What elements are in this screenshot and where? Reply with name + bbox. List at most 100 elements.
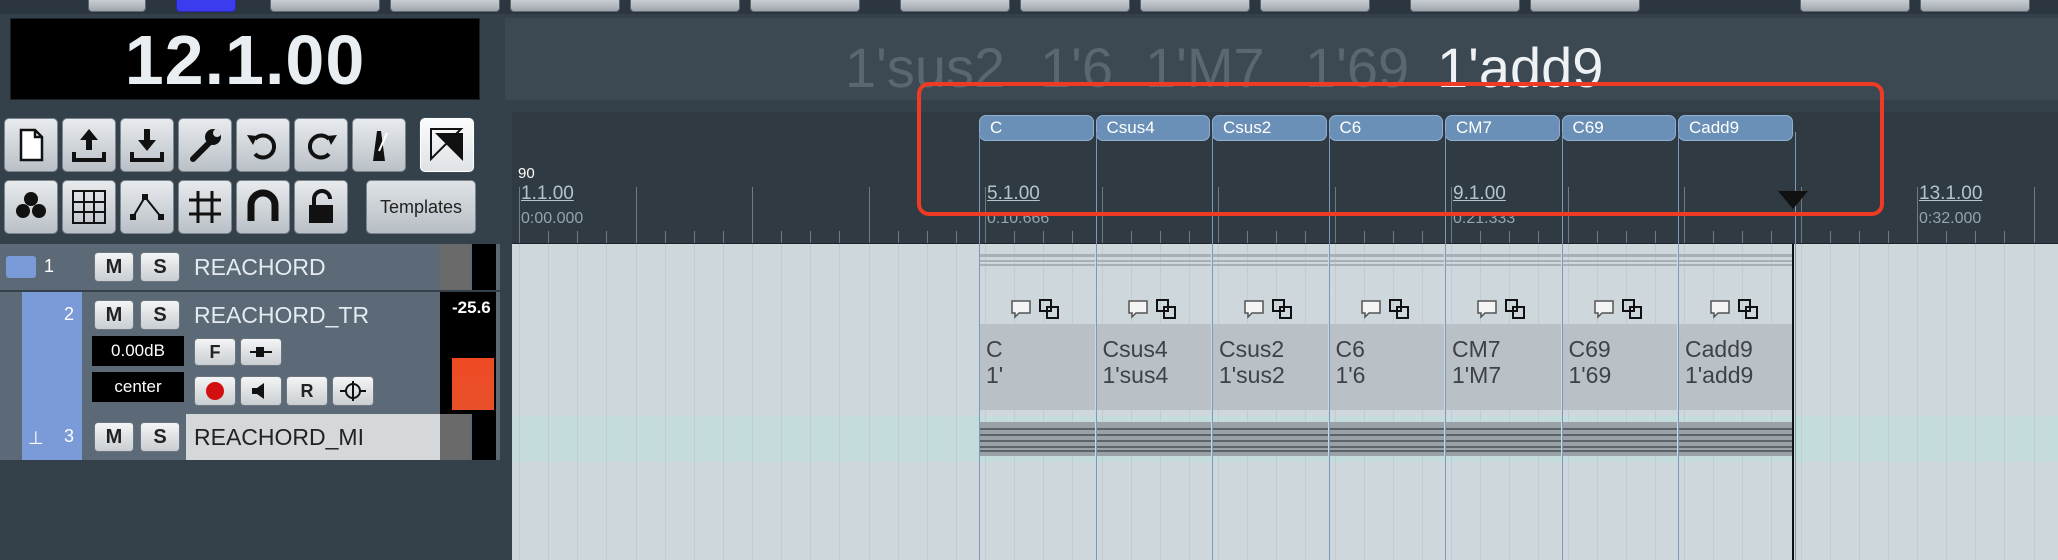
top-button[interactable] (1410, 0, 1520, 12)
top-button[interactable] (270, 0, 380, 12)
link-icon[interactable] (1504, 298, 1526, 320)
open-project-button[interactable] (62, 118, 116, 172)
position-display[interactable]: 12.1.00 (10, 18, 480, 100)
comment-icon[interactable] (1127, 298, 1149, 320)
snap-grid-icon (189, 191, 221, 223)
mute-button[interactable]: M (94, 252, 134, 282)
link-icon[interactable] (1155, 298, 1177, 320)
link-icon[interactable] (1388, 298, 1410, 320)
midi-note-line (980, 440, 1095, 442)
comment-icon[interactable] (1360, 298, 1382, 320)
solo-button[interactable]: S (140, 422, 180, 452)
comment-icon[interactable] (1243, 298, 1265, 320)
midi-part[interactable] (1446, 422, 1561, 456)
automation-mode-button[interactable]: R (286, 376, 328, 406)
midi-part[interactable] (1679, 422, 1794, 456)
redo-button[interactable] (294, 118, 348, 172)
chord-name: Csus2 (1219, 336, 1285, 362)
top-button[interactable] (900, 0, 1010, 12)
top-button[interactable] (1800, 0, 1910, 12)
track-row-2[interactable]: 2 M S REACHORD_TR 0.00dB center F R -25.… (0, 292, 500, 414)
fx-button[interactable]: F (194, 338, 236, 366)
node-icon (130, 194, 164, 220)
pan-display[interactable]: center (92, 372, 184, 402)
top-button[interactable] (1530, 0, 1640, 12)
grid-line (2004, 244, 2006, 560)
club-button[interactable] (4, 180, 58, 234)
record-icon (206, 382, 224, 400)
top-button[interactable] (1020, 0, 1130, 12)
snap-grid-button[interactable] (178, 180, 232, 234)
monitor-button[interactable] (240, 376, 282, 406)
meter-level (452, 358, 494, 410)
link-icon[interactable] (1737, 298, 1759, 320)
lock-button[interactable] (294, 180, 348, 234)
ruler-tick (2033, 187, 2035, 243)
midi-part[interactable] (1096, 422, 1211, 456)
playhead[interactable] (1792, 244, 1794, 560)
ruler-tick (548, 231, 550, 243)
top-button[interactable] (88, 0, 146, 12)
midi-part[interactable] (1213, 422, 1328, 456)
folder-summary-line (1446, 254, 1561, 257)
save-project-button[interactable] (120, 118, 174, 172)
templates-button[interactable]: Templates (366, 180, 476, 234)
midi-note-line (980, 428, 1095, 430)
phase-button[interactable] (332, 376, 374, 406)
record-arm-button[interactable] (194, 376, 236, 406)
midi-part[interactable] (980, 422, 1095, 456)
folder-summary-line (1679, 264, 1794, 266)
grid-line (810, 244, 812, 560)
metronome-icon (373, 131, 388, 161)
grid-line (548, 244, 550, 560)
volume-display[interactable]: 0.00dB (92, 336, 184, 366)
grid-line (1975, 244, 1977, 560)
comment-icon[interactable] (1593, 298, 1615, 320)
track-name[interactable]: REACHORD_MI (194, 424, 380, 451)
track-name[interactable]: REACHORD_TR (194, 302, 380, 329)
top-button[interactable] (1920, 0, 2030, 12)
track-name[interactable]: REACHORD (194, 254, 434, 281)
folder-summary-line (980, 260, 1095, 262)
midi-part[interactable] (1329, 422, 1444, 456)
mute-button[interactable]: M (94, 300, 134, 330)
top-button[interactable] (1140, 0, 1250, 12)
settings-button[interactable] (178, 118, 232, 172)
comment-icon[interactable] (1476, 298, 1498, 320)
top-button[interactable] (750, 0, 860, 12)
select-tool-button[interactable] (420, 118, 474, 172)
midi-note-line (980, 450, 1095, 452)
new-project-button[interactable] (4, 118, 58, 172)
mute-button[interactable]: M (94, 422, 134, 452)
grid-line (606, 244, 608, 560)
undo-button[interactable] (236, 118, 290, 172)
metronome-button[interactable] (352, 118, 406, 172)
comment-icon[interactable] (1709, 298, 1731, 320)
track-row-3[interactable]: ⊥ 3 M S REACHORD_MI (0, 414, 500, 460)
folder-summary-line (1562, 254, 1677, 257)
midi-note-line (1446, 446, 1561, 448)
chord-event-body: Csus2 1'sus2 (1213, 324, 1328, 410)
event-icons (1010, 298, 1070, 322)
fader-button[interactable] (240, 338, 282, 366)
ruler-tick (2004, 231, 2006, 243)
midi-part[interactable] (1562, 422, 1677, 456)
top-button[interactable] (1260, 0, 1370, 12)
ruler-tick (722, 231, 724, 243)
node-button[interactable] (120, 180, 174, 234)
record-mode-button[interactable] (176, 0, 236, 12)
comment-icon[interactable] (1010, 298, 1032, 320)
link-icon[interactable] (1621, 298, 1643, 320)
track-row-1[interactable]: 1 M S REACHORD (0, 244, 500, 290)
grid-button[interactable] (62, 180, 116, 234)
event-icons (1360, 298, 1420, 322)
link-icon[interactable] (1271, 298, 1293, 320)
top-button[interactable] (390, 0, 500, 12)
top-button[interactable] (510, 0, 620, 12)
solo-button[interactable]: S (140, 252, 180, 282)
magnet-button[interactable] (236, 180, 290, 234)
top-button[interactable] (630, 0, 740, 12)
tempo-marker: 90 (518, 165, 535, 182)
link-icon[interactable] (1038, 298, 1060, 320)
solo-button[interactable]: S (140, 300, 180, 330)
